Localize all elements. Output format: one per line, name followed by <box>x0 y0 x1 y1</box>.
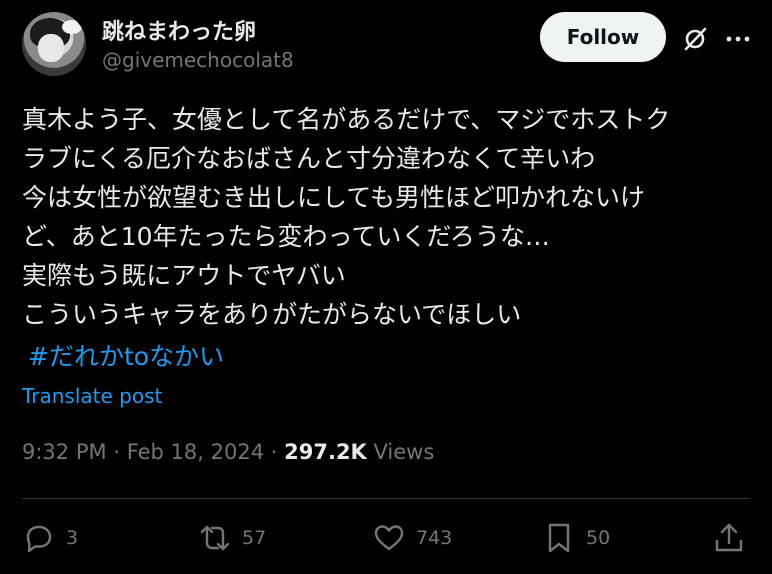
tweet-text: 真木よう子、女優として名があるだけで、マジでホストク ラブにくる厄介なおばさんと… <box>22 100 752 334</box>
reply-count: 3 <box>66 527 79 549</box>
tweet-line: ど、あと10年たったら変わっていくだろうな… <box>22 222 550 251</box>
views-count[interactable]: 297.2K <box>284 440 367 464</box>
grok-slash-icon[interactable] <box>682 26 708 52</box>
user-handle[interactable]: @givemechocolat8 <box>102 48 294 72</box>
more-dots-icon[interactable] <box>724 26 752 52</box>
display-name[interactable]: 跳ねまわった卵 <box>102 14 256 46</box>
post-time[interactable]: 9:32 PM <box>22 440 107 464</box>
bookmark-icon <box>548 523 570 553</box>
avatar-speech-bubble <box>62 20 82 34</box>
reply-button[interactable]: 3 <box>22 516 78 560</box>
tweet-line: ラブにくる厄介なおばさんと寸分違わなくて辛いわ <box>22 144 596 173</box>
repost-icon <box>200 525 230 551</box>
action-bar: 3 57 743 50 <box>22 516 750 560</box>
meta-separator: · <box>270 440 278 464</box>
heart-icon <box>374 525 404 551</box>
post-date[interactable]: Feb 18, 2024 <box>127 440 264 464</box>
translate-post-link[interactable]: Translate post <box>22 384 162 408</box>
views-label: Views <box>373 440 435 464</box>
repost-count: 57 <box>242 527 267 549</box>
share-icon <box>715 523 743 552</box>
share-button[interactable] <box>712 516 746 560</box>
hashtag-link[interactable]: #だれかtoなかい <box>28 337 224 373</box>
repost-button[interactable]: 57 <box>198 516 266 560</box>
tweet-line: こういうキャラをありがたがらないでほしい <box>22 300 522 329</box>
like-count: 743 <box>416 527 453 549</box>
like-button[interactable]: 743 <box>372 516 452 560</box>
follow-button[interactable]: Follow <box>540 12 666 62</box>
tweet-meta: 9:32 PM · Feb 18, 2024 · 297.2K Views <box>22 440 434 464</box>
avatar-face <box>38 34 64 62</box>
tweet-header: 跳ねまわった卵 @givemechocolat8 Follow <box>22 12 750 76</box>
divider <box>22 498 750 499</box>
meta-separator: · <box>113 440 120 464</box>
tweet-line: 今は女性が欲望むき出しにしても男性ほど叩かれないけ <box>22 183 646 212</box>
reply-icon <box>26 525 52 553</box>
tweet-line: 実際もう既にアウトでヤバい <box>22 261 346 290</box>
avatar[interactable] <box>22 12 86 76</box>
bookmark-button[interactable]: 50 <box>542 516 610 560</box>
tweet-line: 真木よう子、女優として名があるだけで、マジでホストク <box>22 105 671 134</box>
bookmark-count: 50 <box>586 527 611 549</box>
